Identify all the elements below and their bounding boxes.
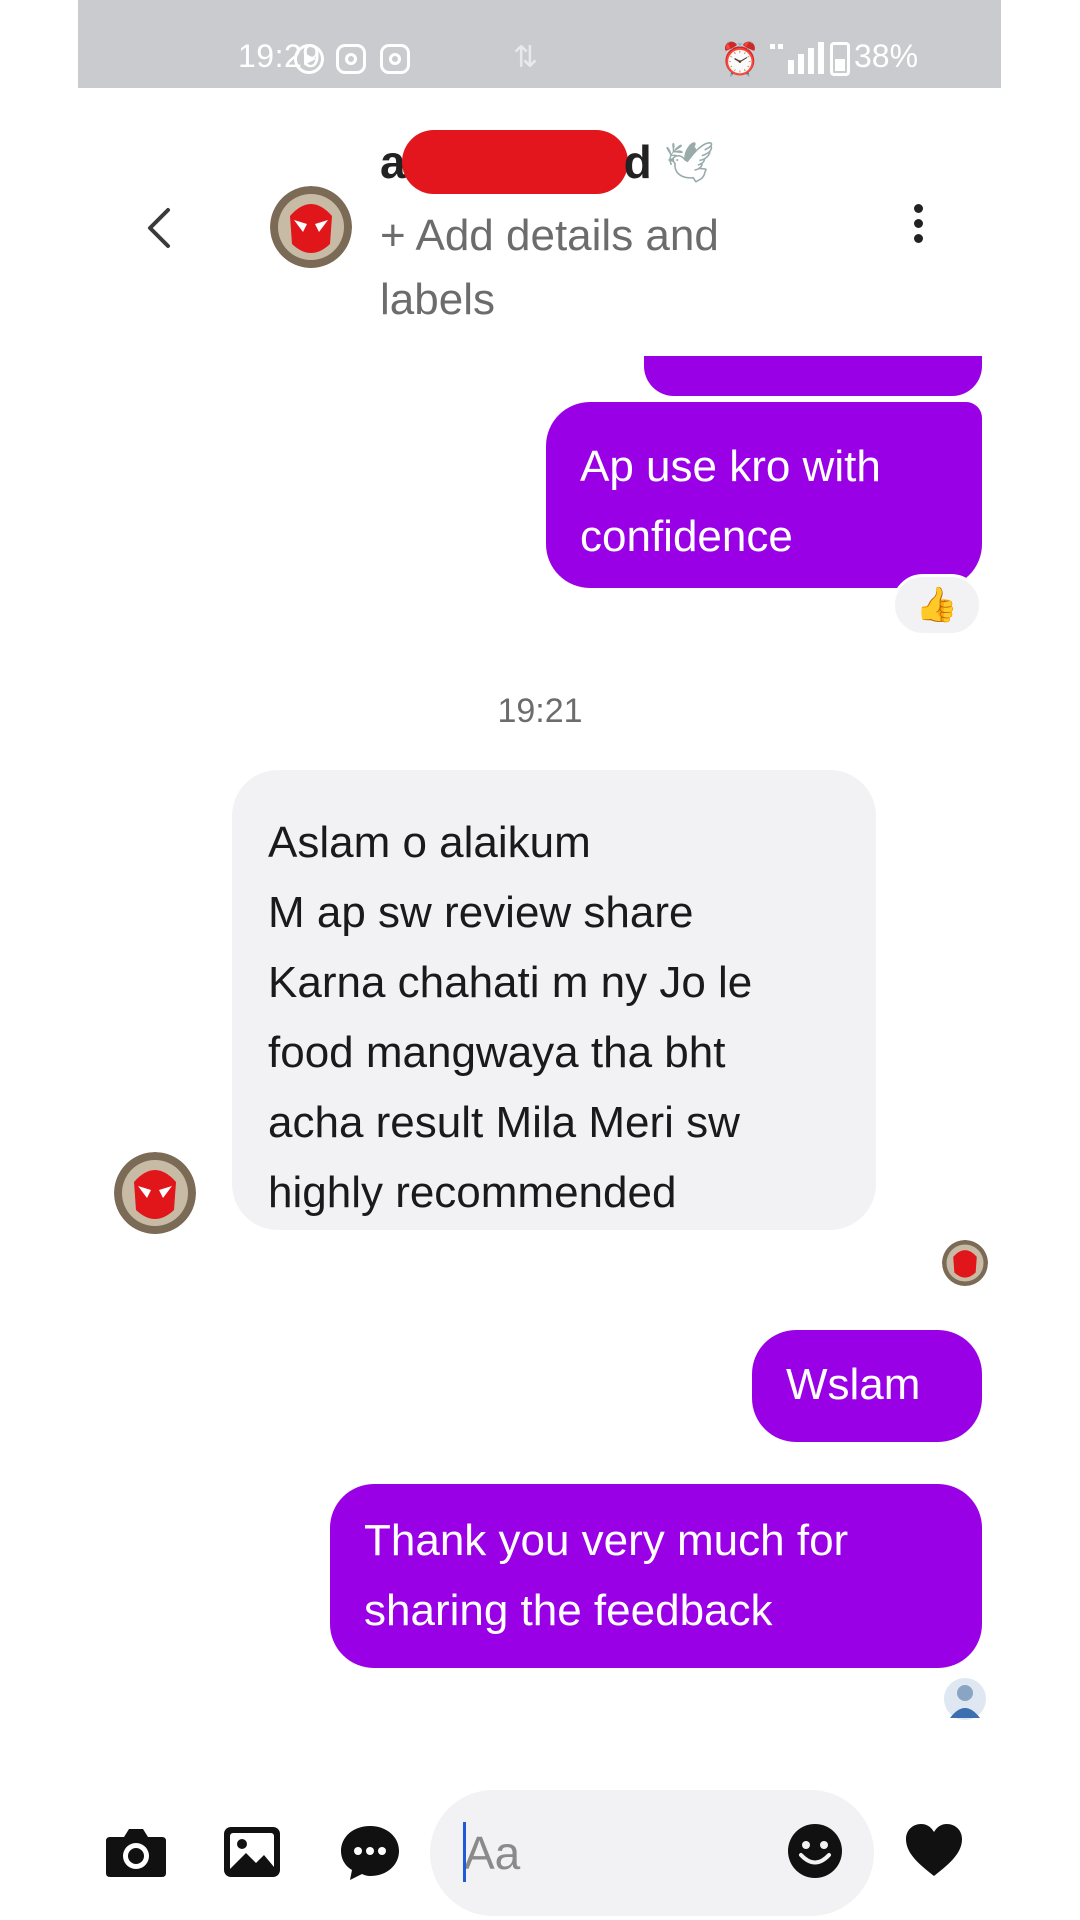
- message-line: highly recommended: [268, 1168, 677, 1217]
- outgoing-message[interactable]: Wslam: [752, 1330, 982, 1442]
- incoming-message[interactable]: Aslam o alaikum M ap sw review share Kar…: [232, 770, 876, 1230]
- spider-mask-avatar-icon: [942, 1240, 988, 1286]
- outgoing-message[interactable]: Thank you very much for sharing the feed…: [330, 1484, 982, 1668]
- alarm-icon: ⏰: [720, 41, 760, 77]
- contact-name-last: d: [623, 136, 652, 188]
- sync-icon: ⇅: [513, 41, 539, 74]
- gallery-icon: [224, 1827, 280, 1877]
- more-vertical-icon: [904, 204, 932, 243]
- dove-icon: 🕊: [663, 140, 715, 185]
- message-line: M ap sw review share: [268, 888, 694, 937]
- chevron-left-icon: [148, 208, 170, 248]
- heart-icon: [906, 1824, 962, 1876]
- like-button[interactable]: [904, 1822, 964, 1882]
- battery-icon: [830, 42, 850, 76]
- chat-button[interactable]: [338, 1822, 402, 1882]
- message-line: food mangwaya tha bht: [268, 1028, 726, 1077]
- camera-button[interactable]: [104, 1822, 168, 1882]
- camera-icon: [106, 1829, 166, 1877]
- add-details-link[interactable]: + Add details and labels: [380, 204, 800, 332]
- messenger-icon: [294, 44, 324, 74]
- battery-percentage: 38%: [854, 38, 919, 74]
- chat-bubble-icon: [341, 1826, 399, 1880]
- sender-avatar[interactable]: [114, 1152, 196, 1234]
- seen-indicator-avatar: [942, 1676, 988, 1722]
- emoji-icon: [788, 1824, 842, 1878]
- contact-name[interactable]: a d 🕊: [380, 130, 715, 194]
- instagram-icon: [380, 44, 410, 74]
- outgoing-message[interactable]: Ap use kro with confidence: [546, 402, 982, 588]
- message-timestamp: 19:21: [497, 692, 583, 730]
- emoji-button[interactable]: [786, 1822, 844, 1880]
- messenger-conversation-screen: 19:29 ⇅ ⏰ 38% a d 🕊 + Add details and la…: [0, 0, 1080, 1920]
- message-reaction[interactable]: 👍: [892, 574, 982, 636]
- outgoing-message-partial: [644, 356, 982, 396]
- message-line: Aslam o alaikum: [268, 818, 591, 867]
- contact-avatar[interactable]: [270, 186, 352, 268]
- name-redaction: [401, 130, 628, 194]
- spider-mask-avatar-icon: [270, 186, 352, 268]
- message-line: Karna chahati m ny Jo le: [268, 958, 753, 1007]
- person-avatar-icon: [950, 1685, 980, 1718]
- back-button[interactable]: [140, 200, 180, 256]
- spider-mask-avatar-icon: [114, 1152, 196, 1234]
- gallery-button[interactable]: [222, 1822, 282, 1882]
- seen-indicator-avatar: [942, 1240, 988, 1286]
- status-bar: 19:29 ⇅ ⏰ 38%: [78, 0, 1001, 88]
- more-options-button[interactable]: [904, 204, 932, 252]
- signal-icon: [770, 42, 824, 74]
- instagram-icon: [336, 44, 366, 74]
- text-caret: [463, 1822, 466, 1882]
- message-line: acha result Mila Meri sw: [268, 1098, 740, 1147]
- thumbs-up-icon: 👍: [915, 586, 959, 624]
